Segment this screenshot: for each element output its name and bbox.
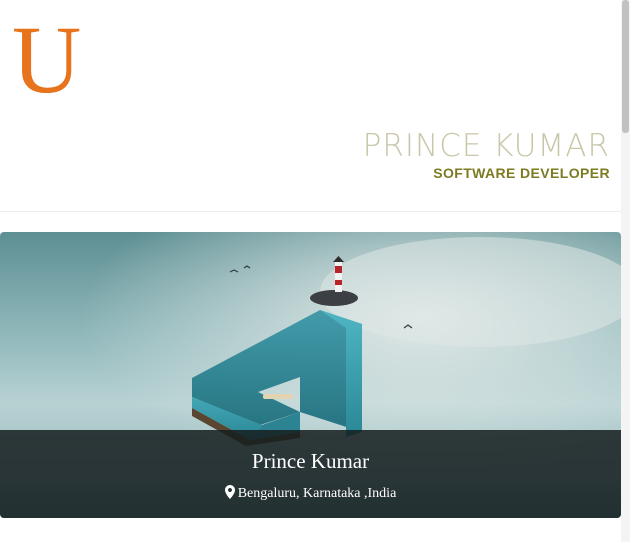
page-title: PRINCE KUMAR <box>362 128 610 164</box>
profile-caption: Prince Kumar Bengaluru, Karnataka ,India <box>0 430 621 518</box>
job-title: SOFTWARE DEVELOPER <box>433 165 610 181</box>
map-marker-icon <box>224 485 235 499</box>
location-text: Bengaluru, Karnataka ,India <box>237 486 397 501</box>
site-logo[interactable]: U <box>12 12 81 108</box>
scrollbar-thumb[interactable] <box>622 0 629 133</box>
profile-card: Prince Kumar Bengaluru, Karnataka ,India <box>0 232 621 518</box>
profile-name: Prince Kumar <box>251 449 370 473</box>
vertical-scrollbar[interactable] <box>621 0 630 542</box>
header-divider <box>0 211 622 212</box>
profile-location: Bengaluru, Karnataka ,India <box>0 485 621 502</box>
